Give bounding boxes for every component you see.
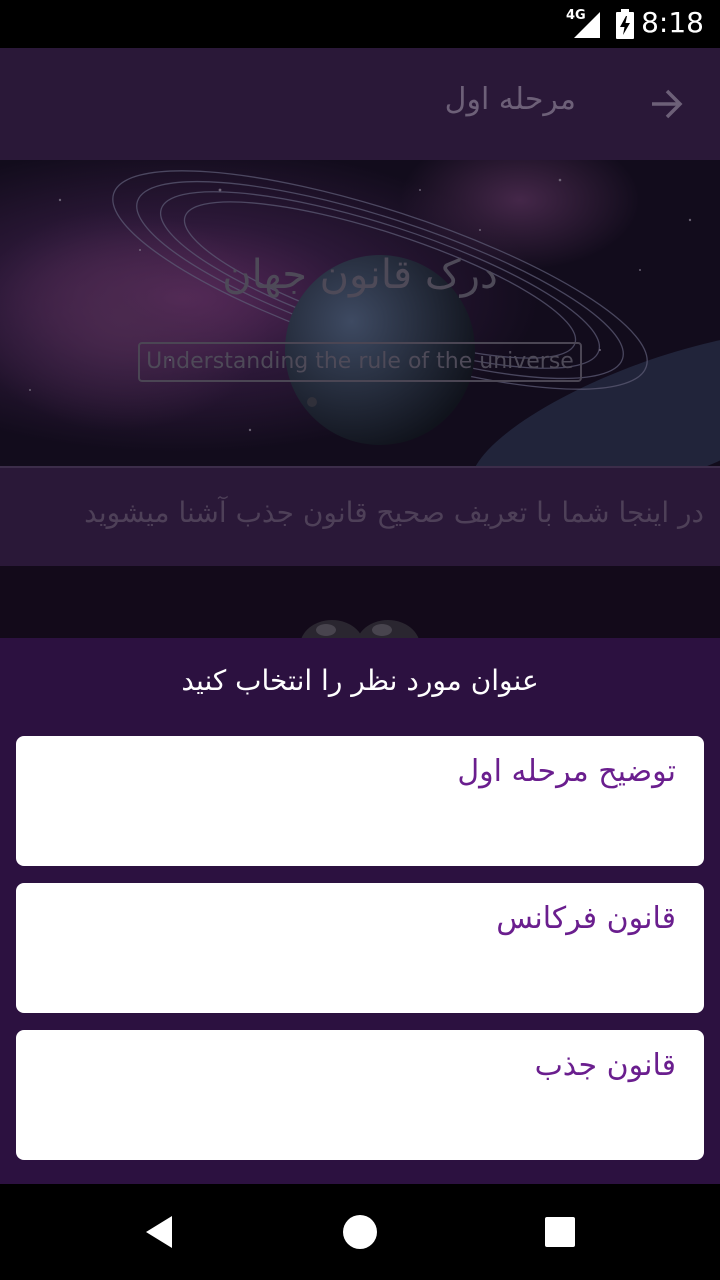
banner-image: درک قانون جهان Understanding the rule of… <box>0 160 720 468</box>
option-label: توضیح مرحله اول <box>457 754 676 789</box>
selection-sheet: عنوان مورد نظر را انتخاب کنید توضیح مرحل… <box>0 638 720 1184</box>
status-bar: 4G 8:18 <box>0 0 720 48</box>
option-frequency-law[interactable]: قانون فرکانس <box>16 883 704 1013</box>
option-label: قانون جذب <box>534 1048 676 1083</box>
arrow-forward-icon[interactable] <box>648 86 684 122</box>
page-title: مرحله اول <box>444 82 576 117</box>
description-text: در اینجا شما با تعریف صحیح قانون جذب آشن… <box>84 496 704 529</box>
sheet-title: عنوان مورد نظر را انتخاب کنید <box>181 664 539 697</box>
network-signal-icon: 4G <box>566 8 602 38</box>
banner-subtitle: Understanding the rule of the universe <box>138 342 582 382</box>
option-stage-one-explanation[interactable]: توضیح مرحله اول <box>16 736 704 866</box>
nav-back-icon[interactable] <box>138 1210 182 1254</box>
option-attraction-law[interactable]: قانون جذب <box>16 1030 704 1160</box>
content-area <box>0 566 720 646</box>
battery-charging-icon <box>616 9 634 39</box>
app-bar: مرحله اول <box>0 48 720 160</box>
clock: 8:18 <box>641 6 704 39</box>
navigation-bar <box>0 1184 720 1280</box>
banner-title: درک قانون جهان <box>222 252 498 298</box>
nav-home-icon[interactable] <box>338 1210 382 1254</box>
nav-recents-icon[interactable] <box>538 1210 582 1254</box>
description-row: در اینجا شما با تعریف صحیح قانون جذب آشن… <box>0 468 720 566</box>
option-label: قانون فرکانس <box>496 901 676 936</box>
